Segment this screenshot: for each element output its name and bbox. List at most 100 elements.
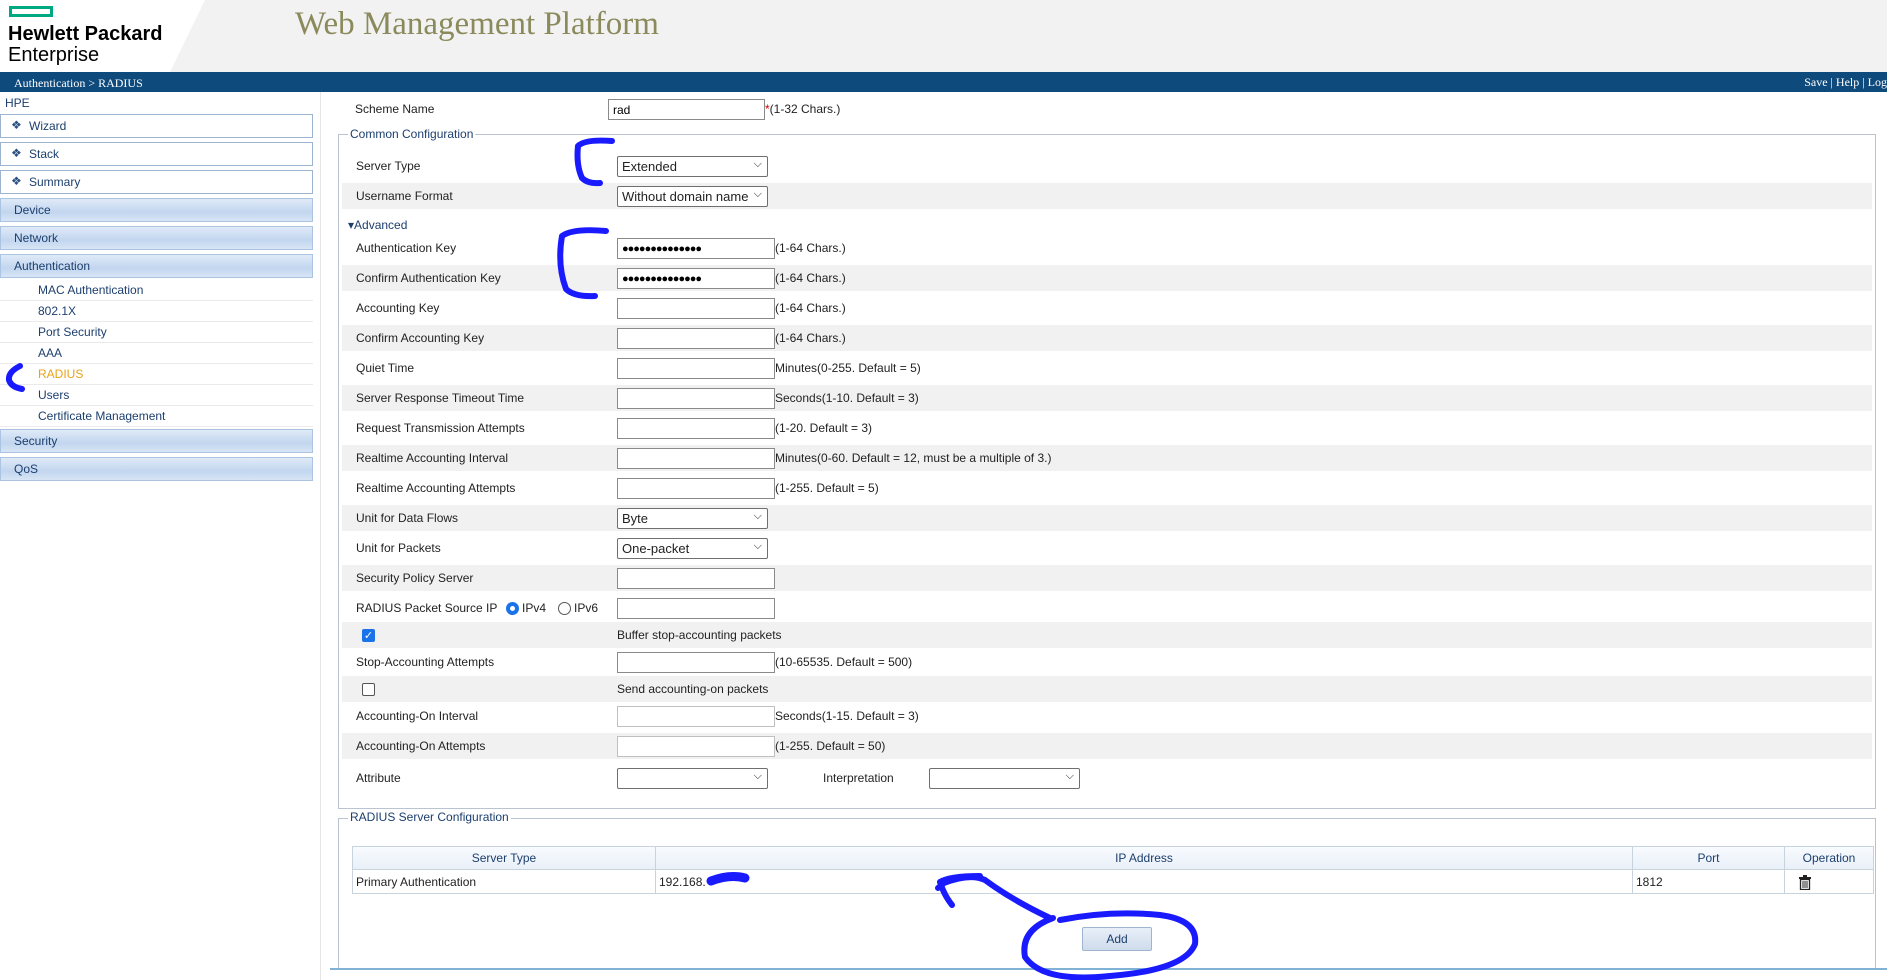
attribute-row: Attribute ⌵ Interpretation ⌵	[342, 765, 1872, 791]
rt-interval-input[interactable]	[617, 448, 775, 469]
sidebar-item-mac-auth[interactable]: MAC Authentication	[0, 280, 313, 301]
sec-policy-input[interactable]	[617, 568, 775, 589]
trash-icon[interactable]	[1798, 875, 1812, 891]
sidebar-item-label: Wizard	[29, 119, 67, 133]
timeout-input[interactable]	[617, 388, 775, 409]
acct-on-checkbox[interactable]	[362, 683, 375, 696]
sidebar-item-stack[interactable]: ❖ Stack	[0, 142, 313, 166]
acct-on-interval-input[interactable]	[617, 706, 775, 727]
sidebar-item-cert-mgmt[interactable]: Certificate Management	[0, 406, 313, 427]
sidebar-item-label: RADIUS	[38, 367, 84, 381]
username-format-label: Username Format	[356, 189, 453, 203]
sidebar-item-wizard[interactable]: ❖ Wizard	[0, 114, 313, 138]
ipv4-radio[interactable]	[506, 602, 519, 615]
sidebar-cat-label: Authentication	[14, 259, 91, 273]
cell-operation	[1785, 870, 1873, 894]
sidebar-cat-network[interactable]: Network	[0, 226, 313, 250]
advanced-toggle[interactable]: ▾Advanced	[348, 218, 407, 232]
acct-key-row: Accounting Key (1-64 Chars.)	[342, 295, 1872, 321]
username-format-select[interactable]: Without domain name ⌵	[617, 186, 768, 207]
help-link[interactable]: Help	[1836, 75, 1859, 89]
sidebar-item-aaa[interactable]: AAA	[0, 343, 313, 364]
sidebar-item-summary[interactable]: ❖ Summary	[0, 170, 313, 194]
timeout-row: Server Response Timeout Time Seconds(1-1…	[342, 385, 1872, 411]
diamond-icon: ❖	[11, 118, 22, 132]
buffer-row: ✓ Buffer stop-accounting packets	[342, 622, 1872, 648]
main-content: Scheme Name *(1-32 Chars.) Common Config…	[330, 92, 1887, 980]
confirm-acct-key-input[interactable]	[617, 328, 775, 349]
rt-interval-row: Realtime Accounting Interval Minutes(0-6…	[342, 445, 1872, 471]
sidebar-cat-authentication[interactable]: Authentication	[0, 254, 313, 278]
sidebar-cat-label: Network	[14, 231, 59, 245]
interpretation-select[interactable]: ⌵	[929, 768, 1080, 789]
acct-on-attempts-hint: (1-255. Default = 50)	[775, 739, 886, 753]
chevron-down-icon: ⌵	[753, 510, 762, 522]
packet-unit-select[interactable]: One-packet ⌵	[617, 538, 768, 559]
sidebar-cat-label: QoS	[14, 462, 39, 476]
stop-attempts-input[interactable]	[617, 652, 775, 673]
col-ip-address: IP Address	[656, 847, 1633, 869]
sidebar-cat-qos[interactable]: QoS	[0, 457, 313, 481]
username-format-row: Username Format Without domain name ⌵	[342, 183, 1872, 209]
ipv6-label: IPv6	[574, 601, 599, 615]
retrans-input[interactable]	[617, 418, 775, 439]
top-links: Save | Help | Log	[1804, 75, 1887, 89]
sidebar-item-label: AAA	[38, 346, 63, 360]
cell-port: 1812	[1633, 870, 1785, 894]
buffer-checkbox[interactable]: ✓	[362, 629, 375, 642]
auth-key-hint: (1-64 Chars.)	[775, 241, 846, 255]
confirm-acct-key-label: Confirm Accounting Key	[356, 331, 485, 345]
confirm-auth-key-input[interactable]	[617, 268, 775, 289]
retrans-row: Request Transmission Attempts (1-20. Def…	[342, 415, 1872, 441]
buffer-label: Buffer stop-accounting packets	[617, 628, 782, 642]
acct-on-attempts-input[interactable]	[617, 736, 775, 757]
sidebar-cat-label: Device	[14, 203, 51, 217]
breadcrumb: Authentication > RADIUS	[14, 76, 143, 90]
acct-on-attempts-row: Accounting-On Attempts (1-255. Default =…	[342, 733, 1872, 759]
acct-on-attempts-label: Accounting-On Attempts	[356, 739, 486, 753]
rt-attempts-input[interactable]	[617, 478, 775, 499]
src-ip-input[interactable]	[617, 598, 775, 619]
advanced-label: Advanced	[354, 218, 408, 232]
col-port: Port	[1633, 847, 1785, 869]
username-format-value: Without domain name	[622, 189, 749, 204]
data-unit-select[interactable]: Byte ⌵	[617, 508, 768, 529]
packet-unit-row: Unit for Packets One-packet ⌵	[342, 535, 1872, 561]
sidebar-item-users[interactable]: Users	[0, 385, 313, 406]
sidebar-item-label: Port Security	[38, 325, 107, 339]
logout-link[interactable]: Log	[1868, 75, 1887, 89]
sidebar-item-radius[interactable]: RADIUS	[0, 364, 313, 385]
bottom-divider	[330, 968, 1887, 970]
stop-attempts-hint: (10-65535. Default = 500)	[775, 655, 913, 669]
sec-policy-row: Security Policy Server	[342, 565, 1872, 591]
ipv6-radio[interactable]	[558, 602, 571, 615]
retrans-hint: (1-20. Default = 3)	[775, 421, 873, 435]
add-server-button[interactable]: Add	[1082, 927, 1152, 951]
acct-key-hint: (1-64 Chars.)	[775, 301, 846, 315]
packet-unit-value: One-packet	[622, 541, 690, 556]
interpretation-label: Interpretation	[823, 771, 894, 785]
sidebar-item-label: Stack	[29, 147, 60, 161]
auth-key-input[interactable]	[617, 238, 775, 259]
scheme-name-input[interactable]	[608, 99, 765, 120]
acct-key-input[interactable]	[617, 298, 775, 319]
src-ip-row: RADIUS Packet Source IP IPv4 IPv6	[342, 595, 1872, 621]
logo: Hewlett Packard Enterprise	[0, 0, 205, 72]
attribute-select[interactable]: ⌵	[617, 768, 768, 789]
sidebar-item-port-security[interactable]: Port Security	[0, 322, 313, 343]
server-type-select[interactable]: Extended ⌵	[617, 156, 768, 177]
sidebar-cat-security[interactable]: Security	[0, 429, 313, 453]
sidebar-root: HPE	[5, 96, 30, 110]
radius-server-legend: RADIUS Server Configuration	[348, 810, 511, 824]
data-unit-label: Unit for Data Flows	[356, 511, 459, 525]
quiet-time-row: Quiet Time Minutes(0-255. Default = 5)	[342, 355, 1872, 381]
retrans-label: Request Transmission Attempts	[356, 421, 525, 435]
sidebar-item-8021x[interactable]: 802.1X	[0, 301, 313, 322]
chevron-down-icon: ⌵	[753, 158, 762, 170]
save-link[interactable]: Save	[1804, 75, 1827, 89]
logo-line2: Enterprise	[8, 44, 100, 66]
rt-attempts-label: Realtime Accounting Attempts	[356, 481, 516, 495]
confirm-auth-key-row: Confirm Authentication Key (1-64 Chars.)	[342, 265, 1872, 291]
sidebar-cat-device[interactable]: Device	[0, 198, 313, 222]
quiet-time-input[interactable]	[617, 358, 775, 379]
